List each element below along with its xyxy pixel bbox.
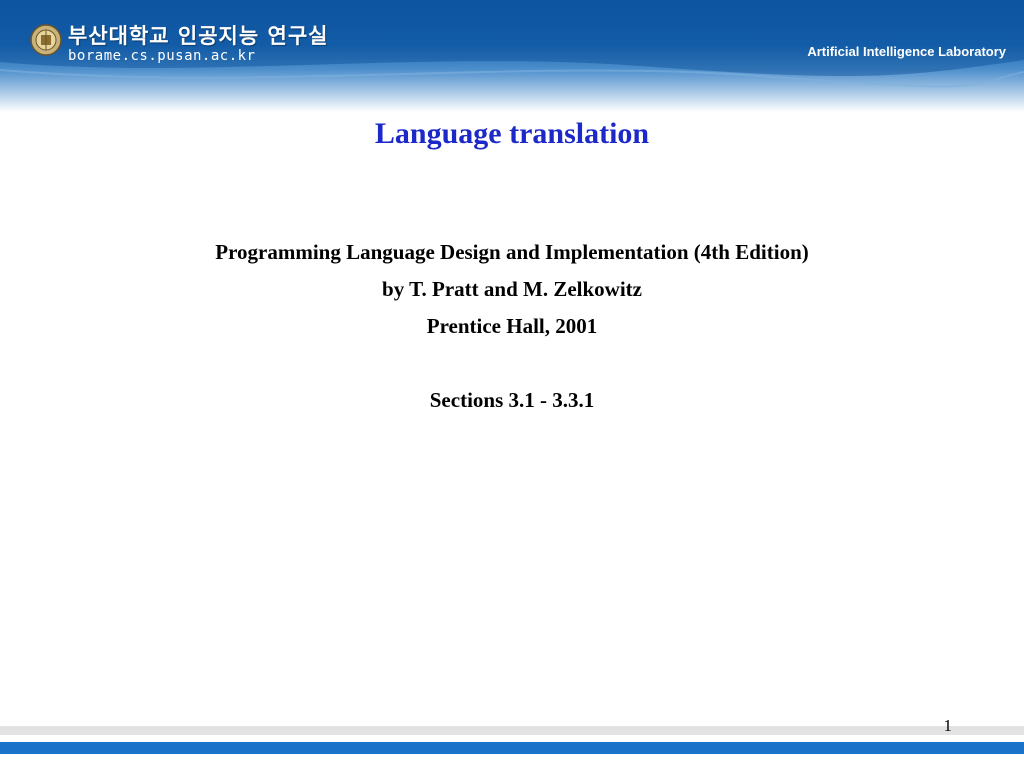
university-seal-icon xyxy=(30,24,62,56)
lab-name: Artificial Intelligence Laboratory xyxy=(807,44,1006,59)
book-title: Programming Language Design and Implemen… xyxy=(215,240,809,264)
book-authors: by T. Pratt and M. Zelkowitz xyxy=(382,277,642,301)
footer-gray-bar xyxy=(0,726,1024,735)
footer-blue-bar xyxy=(0,742,1024,754)
slide-body: Programming Language Design and Implemen… xyxy=(0,234,1024,419)
line-spacer xyxy=(0,345,1024,382)
book-publisher: Prentice Hall, 2001 xyxy=(426,314,598,338)
page-number: 1 xyxy=(943,716,953,735)
slide-title: Language translation xyxy=(374,117,650,150)
lab-korean-title: 부산대학교 인공지능 연구실 xyxy=(68,24,329,48)
site-url: borame.cs.pusan.ac.kr xyxy=(68,48,256,64)
book-sections: Sections 3.1 - 3.3.1 xyxy=(429,388,595,412)
header-banner: 부산대학교 인공지능 연구실 borame.cs.pusan.ac.kr Art… xyxy=(0,0,1024,112)
